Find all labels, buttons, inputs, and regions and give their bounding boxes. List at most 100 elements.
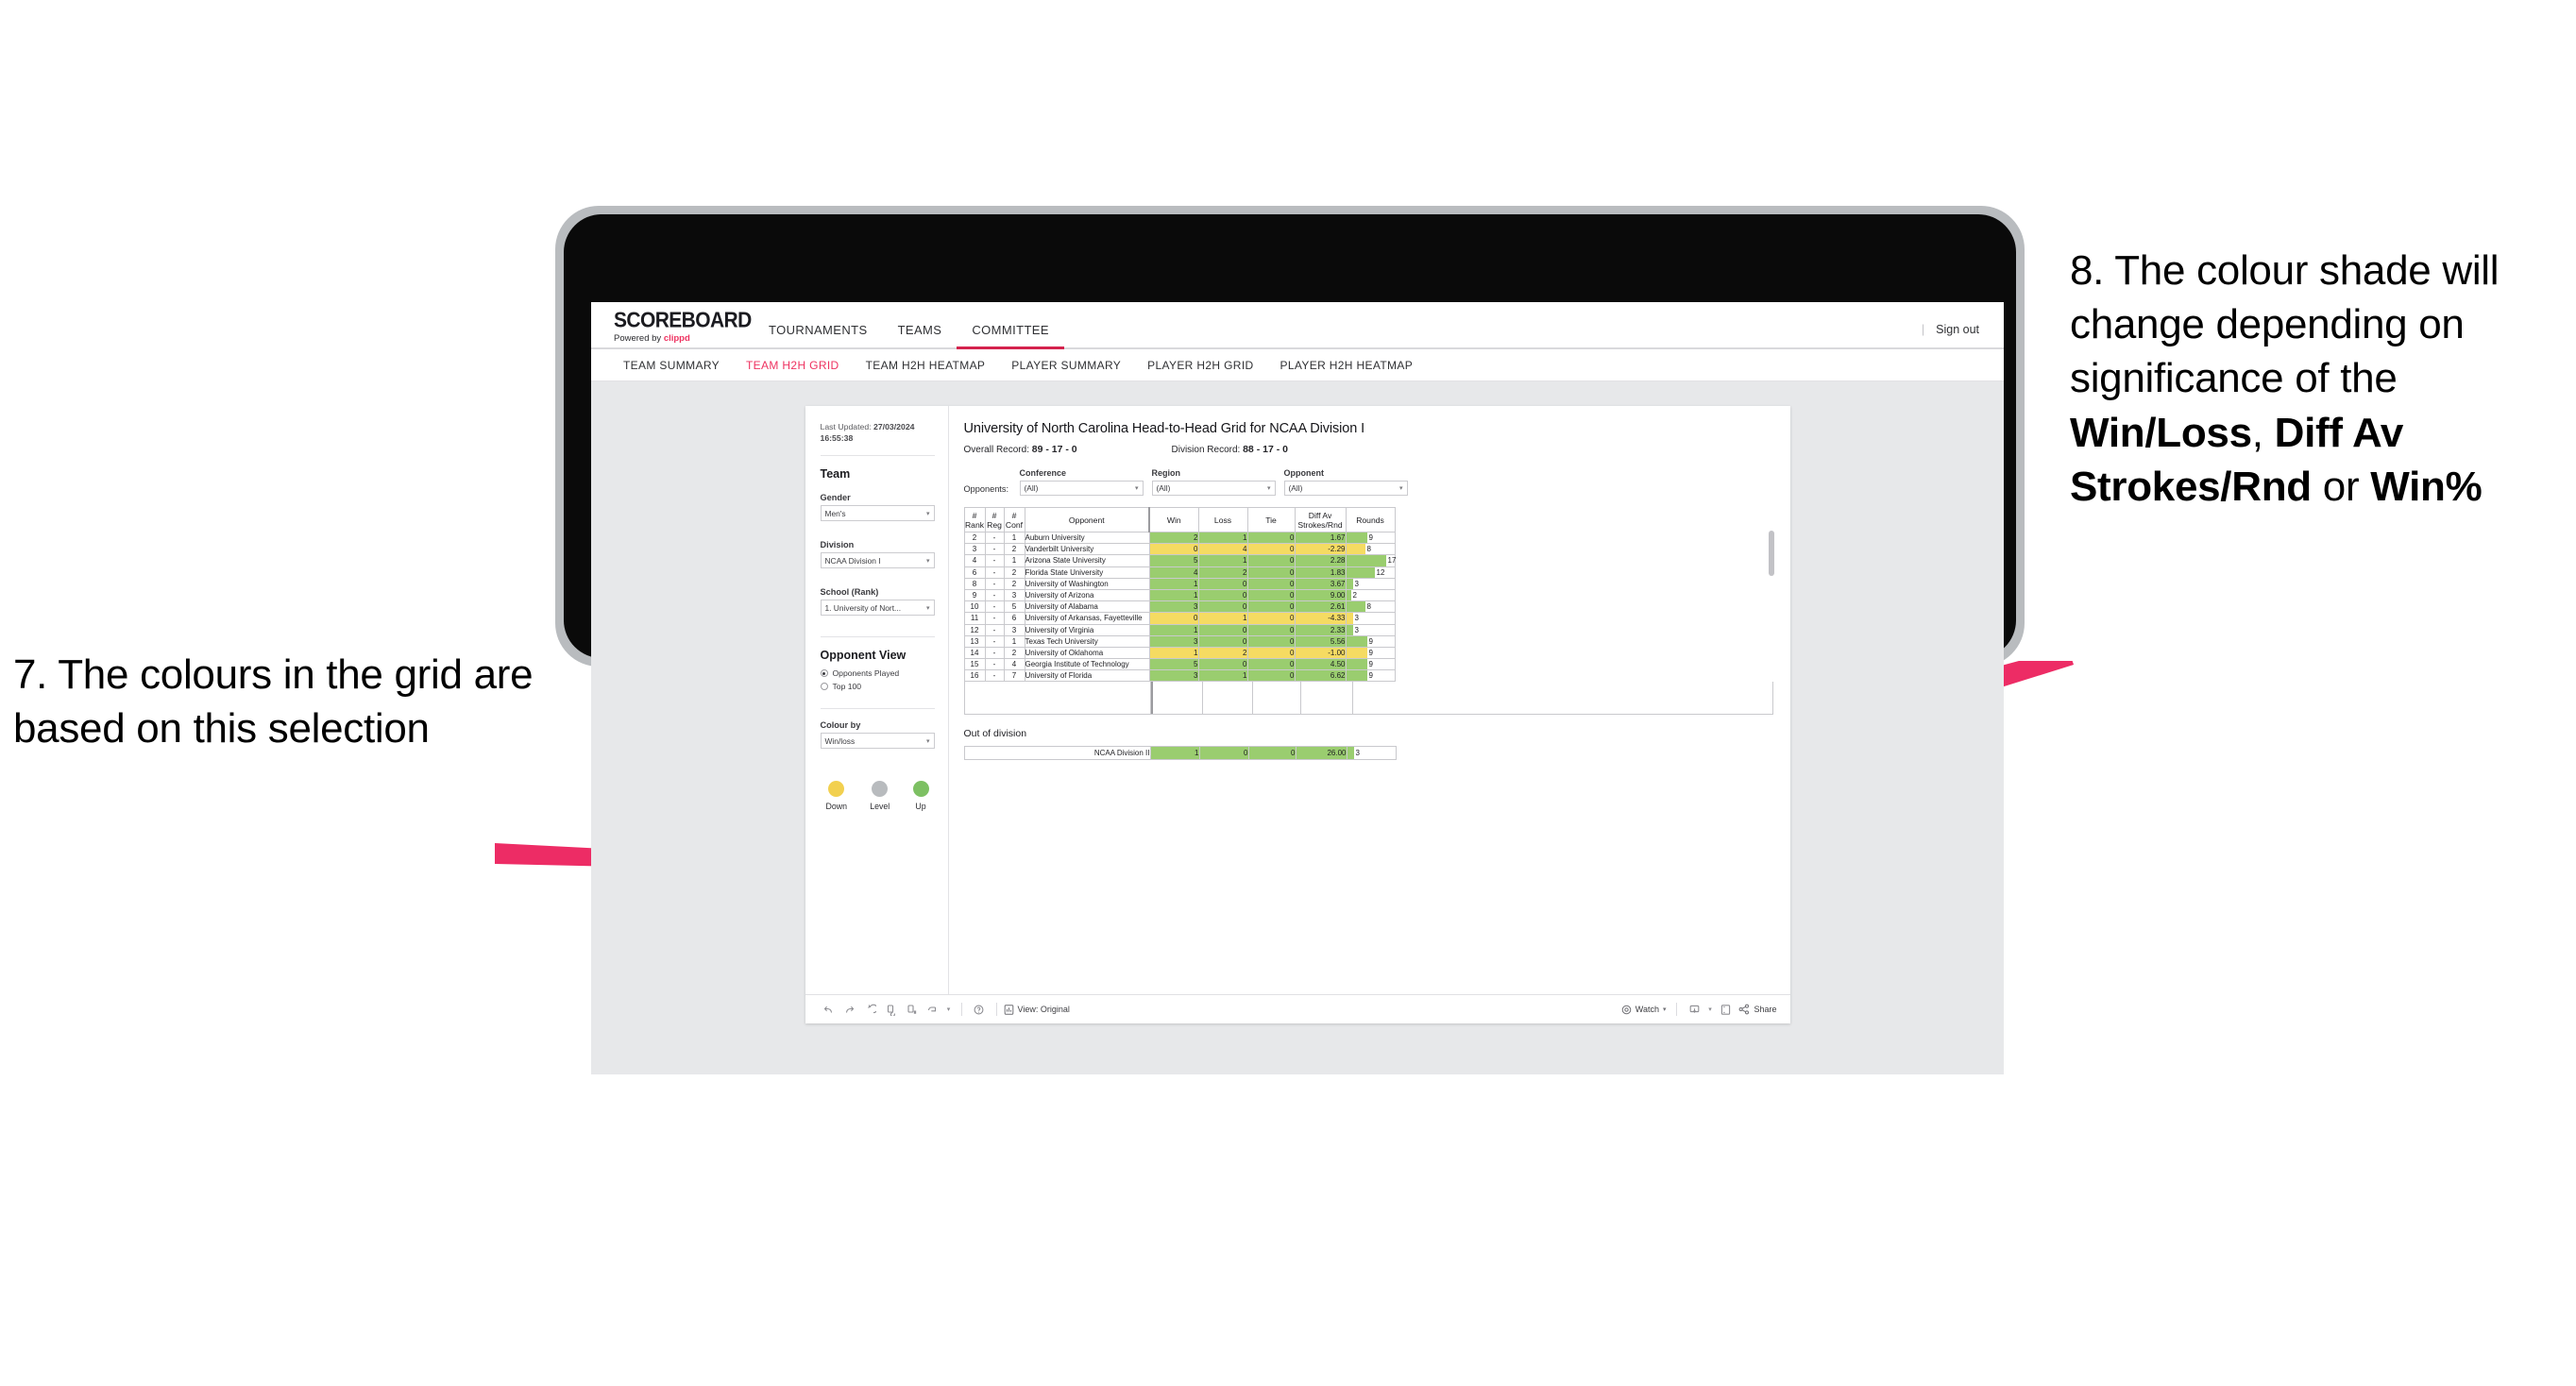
col-tie[interactable]: Tie xyxy=(1246,507,1296,532)
overall-record-label: Overall Record: xyxy=(963,445,1032,455)
nav-item-teams[interactable]: TEAMS xyxy=(883,323,958,347)
download-dropdown-icon[interactable]: ▾ xyxy=(1704,999,1715,1020)
rounds-value: 17 xyxy=(1387,556,1397,566)
table-row[interactable]: 12-3 University of Virginia 1 0 0 2.33 3 xyxy=(963,623,1396,636)
cell-tie: 0 xyxy=(1246,588,1296,602)
sign-out-link[interactable]: Sign out xyxy=(1936,323,1979,336)
revert-icon[interactable] xyxy=(860,999,881,1020)
highlight-dropdown-icon[interactable]: ▾ xyxy=(943,999,955,1020)
col-win[interactable]: Win xyxy=(1148,507,1199,532)
rounds-bar xyxy=(1346,544,1365,555)
download-icon[interactable] xyxy=(1684,999,1704,1020)
highlight-icon[interactable] xyxy=(923,999,943,1020)
view-original-button[interactable]: View: Original xyxy=(1004,1004,1070,1015)
opponents-label: Opponents: xyxy=(963,484,1009,494)
cell-conf: 4 xyxy=(1003,658,1025,671)
table-row[interactable]: 11-6 University of Arkansas, Fayetteville… xyxy=(963,612,1396,625)
cell-reg: - xyxy=(984,531,1005,545)
conference-select[interactable]: (All) ▾ xyxy=(1019,481,1144,496)
redo-icon[interactable] xyxy=(839,999,860,1020)
out-of-division-row[interactable]: NCAA Division II 1 0 0 26.00 3 xyxy=(963,746,1397,761)
tab-team-summary[interactable]: TEAM SUMMARY xyxy=(610,359,733,372)
nav-item-tournaments[interactable]: TOURNAMENTS xyxy=(754,323,883,347)
cell-win: 1 xyxy=(1148,623,1199,636)
rounds-value: 9 xyxy=(1368,636,1373,646)
undo-icon[interactable] xyxy=(819,999,839,1020)
table-row[interactable]: 15-4 Georgia Institute of Technology 5 0 0 4.… xyxy=(963,658,1396,671)
table-row[interactable]: 14-2 University of Oklahoma 1 2 0 -1.00 9 xyxy=(963,646,1396,660)
tab-team-h2h-heatmap[interactable]: TEAM H2H HEATMAP xyxy=(853,359,999,372)
cell-rounds: 3 xyxy=(1345,623,1396,636)
tab-player-summary[interactable]: PLAYER SUMMARY xyxy=(998,359,1134,372)
cell-opponent: University of Virginia xyxy=(1024,623,1150,636)
table-row[interactable]: 6-2 Florida State University 4 2 0 1.83 12 xyxy=(963,566,1396,579)
rounds-value: 3 xyxy=(1354,579,1359,588)
table-row[interactable]: 16-7 University of Florida 3 1 0 6.62 9 xyxy=(963,669,1396,683)
nav-item-committee[interactable]: COMMITTEE xyxy=(957,323,1064,349)
sign-out-divider: | xyxy=(1921,323,1925,336)
gender-field: Gender Men's ▾ xyxy=(820,493,935,521)
col-opponent[interactable]: Opponent xyxy=(1024,507,1150,532)
division-record-label: Division Record: xyxy=(1171,445,1244,455)
overall-record-value: 89 - 17 - 0 xyxy=(1031,444,1077,455)
gender-select[interactable]: Men's ▾ xyxy=(820,505,935,521)
watch-button[interactable]: Watch ▾ xyxy=(1621,1005,1666,1015)
cell-conf: 1 xyxy=(1003,531,1025,545)
brand-tagline: Powered by clippd xyxy=(614,334,754,344)
opponent-select[interactable]: (All) ▾ xyxy=(1283,481,1408,496)
radio-icon-unselected xyxy=(820,683,828,690)
fullscreen-icon[interactable] xyxy=(1715,999,1736,1020)
region-value: (All) xyxy=(1156,483,1171,493)
table-row[interactable]: 9-3 University of Arizona 1 0 0 9.00 2 xyxy=(963,588,1396,602)
filter-panel: Last Updated: 27/03/2024 16:55:38 Team G… xyxy=(805,406,949,994)
grid-scrollbar[interactable] xyxy=(1768,531,1774,576)
annotation-right: 8. The colour shade will change dependin… xyxy=(2070,244,2576,514)
colour-by-select[interactable]: Win/loss ▾ xyxy=(820,733,935,749)
panel-divider-2 xyxy=(820,636,935,637)
tab-team-h2h-grid[interactable]: TEAM H2H GRID xyxy=(733,359,853,372)
table-row[interactable]: 3-2 Vanderbilt University 0 4 0 -2.29 8 xyxy=(963,543,1396,556)
col-diff-av-strokes[interactable]: Diff Av Strokes/Rnd xyxy=(1294,507,1347,532)
col-reg[interactable]: # Reg xyxy=(984,507,1005,532)
radio-top-100[interactable]: Top 100 xyxy=(820,682,935,691)
help-icon[interactable] xyxy=(969,999,990,1020)
share-button[interactable]: Share xyxy=(1738,1004,1777,1015)
conference-filter: Conference (All) ▾ xyxy=(1019,468,1144,496)
watch-icon xyxy=(1621,1005,1632,1014)
rounds-bar xyxy=(1346,670,1367,682)
table-row[interactable]: 13-1 Texas Tech University 3 0 0 5.56 9 xyxy=(963,634,1396,648)
table-row[interactable]: 2-1 Auburn University 2 1 0 1.67 9 xyxy=(963,531,1396,545)
table-row[interactable]: 10-5 University of Alabama 3 0 0 2.61 8 xyxy=(963,600,1396,614)
tab-player-h2h-heatmap[interactable]: PLAYER H2H HEATMAP xyxy=(1267,359,1427,372)
colour-by-label: Colour by xyxy=(820,720,861,730)
school-select[interactable]: 1. University of Nort... ▾ xyxy=(820,600,935,616)
cell-reg: - xyxy=(984,577,1005,590)
tab-player-h2h-grid[interactable]: PLAYER H2H GRID xyxy=(1134,359,1266,372)
col-conf[interactable]: # Conf xyxy=(1003,507,1025,532)
cell-rank: 13 xyxy=(963,634,986,648)
radio-opponents-played[interactable]: Opponents Played xyxy=(820,668,935,678)
col-rounds[interactable]: Rounds xyxy=(1345,507,1396,532)
division-select[interactable]: NCAA Division I ▾ xyxy=(820,552,935,568)
col-loss[interactable]: Loss xyxy=(1197,507,1248,532)
region-select[interactable]: (All) ▾ xyxy=(1151,481,1276,496)
pause-auto-update-icon[interactable] xyxy=(902,999,923,1020)
cell-win: 3 xyxy=(1148,600,1199,614)
cell-tie: 0 xyxy=(1246,554,1296,567)
rounds-value: 9 xyxy=(1368,648,1373,657)
chevron-down-icon: ▾ xyxy=(1266,485,1271,492)
annotation-right-bold-winpct: Win% xyxy=(2370,463,2483,510)
cell-diff: 2.61 xyxy=(1294,600,1347,614)
rounds-bar xyxy=(1347,747,1354,760)
cell-conf: 2 xyxy=(1003,646,1025,660)
grid-header-row: # Rank # Reg # Conf Opponent Win Loss Tie D… xyxy=(963,507,1396,532)
cell-win: 3 xyxy=(1148,669,1199,683)
cell-conf: 2 xyxy=(1003,566,1025,579)
cell-rank: 8 xyxy=(963,577,986,590)
table-row[interactable]: 4-1 Arizona State University 5 1 0 2.28 17 xyxy=(963,554,1397,567)
col-rank[interactable]: # Rank xyxy=(963,507,986,532)
radio-icon-selected xyxy=(820,669,828,677)
refresh-icon[interactable] xyxy=(881,999,902,1020)
rounds-value: 3 xyxy=(1354,625,1359,634)
table-row[interactable]: 8-2 University of Washington 1 0 0 3.67 3 xyxy=(963,577,1396,590)
